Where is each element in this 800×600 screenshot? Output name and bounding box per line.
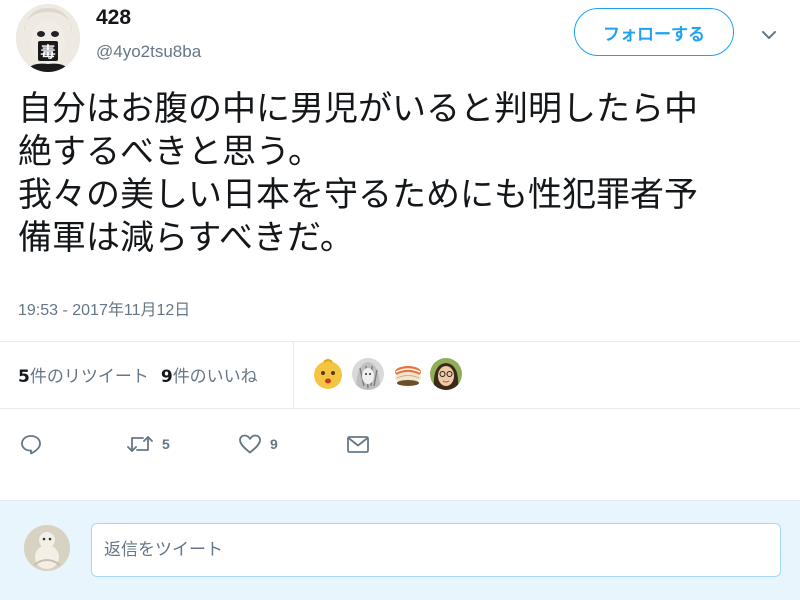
liker-avatar-image: [312, 358, 344, 390]
tweet-page: 毒 428 @4yo2tsu8ba フォローする 自分はお腹の中に男児がいると判…: [0, 0, 800, 600]
retweet-count: 5: [162, 436, 170, 452]
current-user-avatar[interactable]: [24, 525, 70, 571]
tweet-text-line: 我々の美しい日本を守るためにも性犯罪者予: [18, 175, 698, 215]
like-stat-label: 件のいいね: [172, 367, 258, 387]
liker-avatar[interactable]: [310, 356, 346, 392]
retweet-stat-label: 件のリツイート: [29, 367, 149, 387]
more-options-button[interactable]: [756, 22, 782, 48]
retweet-stat-count: 5: [18, 367, 30, 387]
current-user-avatar-image: [24, 525, 70, 571]
liker-avatar[interactable]: [350, 356, 386, 392]
heart-icon: [239, 434, 261, 454]
liker-avatar-image: [352, 358, 384, 390]
retweet-icon: [127, 436, 153, 452]
tweet-text-line: 自分はお腹の中に男児がいると判明したら中: [18, 89, 698, 129]
reply-icon: [21, 435, 41, 455]
tweet-text: 自分はお腹の中に男児がいると判明したら中 絶するべきと思う。 我々の美しい日本を…: [18, 88, 788, 260]
stats-bottom-divider: [0, 408, 800, 409]
envelope-icon: [347, 436, 369, 453]
tweet-text-line: 備軍は減らすべきだ。: [18, 218, 354, 258]
user-display-name[interactable]: 428: [96, 6, 131, 30]
retweet-button[interactable]: 5: [126, 430, 170, 458]
chevron-down-icon: [762, 31, 776, 39]
tweet-stats: 5件のリツイート 9件のいいね: [18, 362, 270, 387]
stats-vertical-divider: [293, 342, 294, 408]
stats-top-divider: [0, 341, 800, 342]
reply-composer: [0, 500, 800, 600]
like-stat-count: 9: [160, 367, 173, 387]
user-avatar[interactable]: 毒: [16, 4, 80, 72]
tweet-timestamp[interactable]: 19:53 - 2017年11月12日: [18, 296, 190, 320]
liker-avatar-image: [430, 358, 462, 390]
retweet-stat[interactable]: 5件のリツイート: [18, 362, 149, 387]
user-handle[interactable]: @4yo2tsu8ba: [96, 42, 201, 62]
user-avatar-image: 毒: [16, 4, 80, 72]
liker-avatar[interactable]: [390, 356, 426, 392]
liker-avatar-image: [392, 358, 424, 390]
like-count: 9: [270, 436, 278, 452]
like-button[interactable]: 9: [238, 430, 278, 458]
reply-input[interactable]: [91, 523, 781, 577]
direct-message-button[interactable]: [346, 430, 370, 458]
like-stat[interactable]: 9件のいいね: [161, 362, 258, 387]
tweet-text-line: 絶するべきと思う。: [18, 132, 322, 172]
reply-button[interactable]: [20, 430, 42, 458]
follow-button[interactable]: フォローする: [574, 8, 734, 56]
avatar-mask-glyph: 毒: [40, 43, 55, 61]
liker-avatar[interactable]: [428, 356, 464, 392]
